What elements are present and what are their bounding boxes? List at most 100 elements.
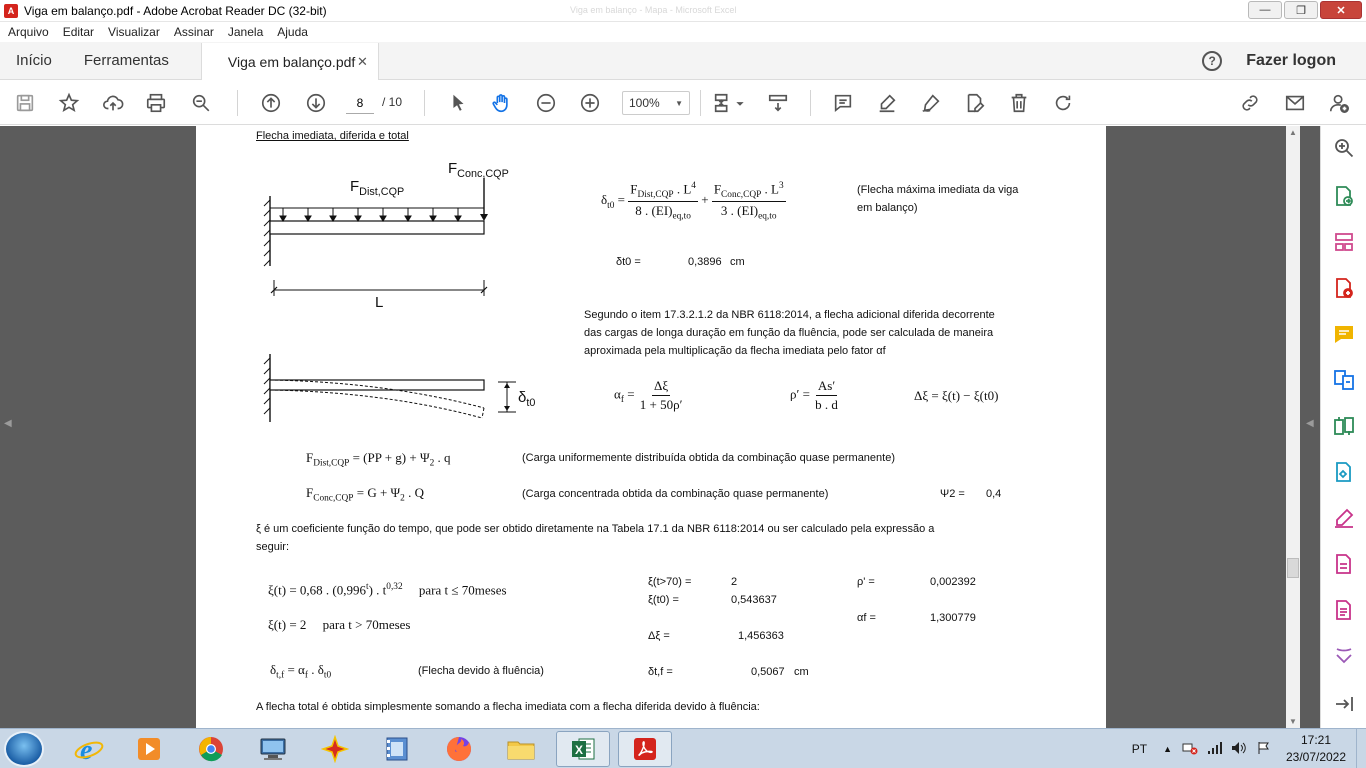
menu-janela[interactable]: Janela: [228, 25, 263, 39]
delta-t0-result-unit: cm: [730, 256, 745, 268]
network-warning-icon[interactable]: [1182, 741, 1198, 758]
menu-editar[interactable]: Editar: [63, 25, 94, 39]
clock-date: 23/07/2022: [1285, 750, 1347, 764]
final-paragraph: A flecha total é obtida simplesmente som…: [256, 701, 760, 713]
volume-icon[interactable]: [1230, 741, 1248, 758]
pdf-document-icon[interactable]: [1332, 552, 1356, 576]
tab-home[interactable]: Início: [0, 42, 68, 79]
delta-tf-value: 0,5067: [751, 666, 785, 678]
delta-tf-equation: δt,f = αf . δt0: [270, 662, 332, 681]
scroll-mode-icon[interactable]: [766, 91, 790, 115]
delta-xi-equation: Δξ = ξ(t) − ξ(t0): [914, 388, 999, 403]
draw-pen-icon[interactable]: [919, 91, 943, 115]
zoom-search-icon[interactable]: [189, 91, 213, 115]
edit-pdf-icon[interactable]: [1332, 460, 1356, 484]
zoom-search-icon[interactable]: [1332, 136, 1356, 160]
create-pdf-icon[interactable]: [1332, 276, 1356, 300]
hand-tool-icon[interactable]: [489, 91, 513, 115]
protect-pdf-icon[interactable]: [1332, 598, 1356, 622]
file-explorer-icon[interactable]: [494, 731, 548, 767]
edit-text-icon[interactable]: [963, 91, 987, 115]
add-user-icon[interactable]: [1327, 91, 1351, 115]
internet-explorer-icon[interactable]: e: [62, 731, 116, 767]
title-bar: A Viga em balanço.pdf - Adobe Acrobat Re…: [0, 0, 1366, 22]
organize-pages-icon[interactable]: [1332, 230, 1356, 254]
compass-app-icon[interactable]: [308, 731, 362, 767]
page-fit-dropdown-icon[interactable]: [735, 91, 745, 115]
bookmark-star-icon[interactable]: [57, 91, 81, 115]
delta-tf-unit: cm: [794, 666, 809, 678]
chrome-icon[interactable]: [184, 731, 238, 767]
right-panel-toggle-icon[interactable]: ◀: [1306, 418, 1314, 429]
acrobat-taskbar-icon[interactable]: [618, 731, 672, 767]
psi-label: Ψ2 =: [940, 488, 965, 500]
document-workspace[interactable]: ◀ ◀ Flecha imediata, diferida e total FD…: [0, 126, 1320, 728]
xi-gt70-value: 2: [731, 576, 738, 588]
help-icon[interactable]: ?: [1202, 50, 1223, 71]
combine-files-icon[interactable]: [1332, 368, 1356, 392]
restore-button[interactable]: ❐: [1284, 1, 1318, 19]
link-icon[interactable]: [1238, 91, 1262, 115]
tray-expand-icon[interactable]: ▲: [1163, 744, 1172, 754]
delete-trash-icon[interactable]: [1007, 91, 1031, 115]
f-dist-equation: FDist,CQP = (PP + g) + Ψ2 . q: [306, 450, 451, 469]
delta-note-line2: em balanço): [857, 202, 918, 214]
zoom-in-icon[interactable]: [578, 91, 602, 115]
firefox-icon[interactable]: [432, 731, 486, 767]
left-panel-toggle-icon[interactable]: ◀: [4, 418, 12, 429]
remote-desktop-icon[interactable]: [246, 731, 300, 767]
save-icon[interactable]: [13, 91, 37, 115]
flag-icon[interactable]: [1256, 741, 1272, 758]
export-pdf-icon[interactable]: [1332, 184, 1356, 208]
comment-tool-icon[interactable]: [1332, 322, 1356, 346]
excel-icon[interactable]: X: [556, 731, 610, 767]
page-total: / 10: [382, 95, 403, 109]
select-cursor-icon[interactable]: [446, 91, 470, 115]
page-number-input[interactable]: [346, 92, 374, 114]
previous-page-icon[interactable]: [259, 91, 283, 115]
video-editor-icon[interactable]: [370, 731, 424, 767]
signal-strength-icon[interactable]: [1206, 741, 1222, 758]
compare-files-icon[interactable]: [1332, 414, 1356, 438]
right-tools-panel: [1320, 126, 1366, 728]
show-desktop-button[interactable]: [1356, 729, 1366, 768]
email-icon[interactable]: [1283, 91, 1307, 115]
page-fit-icon[interactable]: [711, 91, 735, 115]
tab-document[interactable]: Viga em balanço.pdf ✕: [200, 43, 379, 80]
language-indicator[interactable]: PT: [1132, 742, 1147, 756]
clock[interactable]: 17:21 23/07/2022: [1276, 732, 1356, 766]
highlight-pen-icon[interactable]: [875, 91, 899, 115]
delta-xi-label: Δξ =: [648, 630, 670, 642]
vertical-scrollbar[interactable]: ▲ ▼: [1286, 126, 1300, 728]
media-player-icon[interactable]: [122, 731, 176, 767]
rho-value: 0,002392: [930, 576, 976, 588]
close-tab-icon[interactable]: ✕: [357, 54, 368, 70]
background-window-title: Viga em balanço - Mapa - Microsoft Excel: [570, 5, 737, 15]
minimize-button[interactable]: —: [1248, 1, 1282, 19]
zoom-select[interactable]: 100% ▼: [622, 91, 690, 115]
menu-visualizar[interactable]: Visualizar: [108, 25, 160, 39]
menu-ajuda[interactable]: Ajuda: [277, 25, 308, 39]
xi-equation-gt70: ξ(t) = 2 para t > 70meses: [268, 617, 411, 632]
tab-tools[interactable]: Ferramentas: [68, 42, 185, 79]
menu-arquivo[interactable]: Arquivo: [8, 25, 49, 39]
menu-assinar[interactable]: Assinar: [174, 25, 214, 39]
next-page-icon[interactable]: [304, 91, 328, 115]
scroll-up-icon[interactable]: ▲: [1289, 128, 1297, 137]
comment-icon[interactable]: [831, 91, 855, 115]
start-button[interactable]: [4, 731, 44, 767]
close-button[interactable]: ✕: [1320, 1, 1362, 19]
zoom-out-icon[interactable]: [534, 91, 558, 115]
login-button[interactable]: Fazer logon: [1246, 52, 1336, 70]
fill-sign-icon[interactable]: [1332, 506, 1356, 530]
more-tools-icon[interactable]: [1332, 644, 1356, 668]
alpha-f-value: 1,300779: [930, 612, 976, 624]
upload-cloud-icon[interactable]: [101, 91, 125, 115]
collapse-panel-icon[interactable]: [1332, 692, 1356, 716]
scrollbar-thumb[interactable]: [1287, 558, 1299, 578]
chevron-down-icon: ▼: [675, 98, 683, 108]
print-icon[interactable]: [144, 91, 168, 115]
scroll-down-icon[interactable]: ▼: [1289, 717, 1297, 726]
rotate-icon[interactable]: [1051, 91, 1075, 115]
paragraph-line2: das cargas de longa duração em função da…: [584, 327, 994, 339]
